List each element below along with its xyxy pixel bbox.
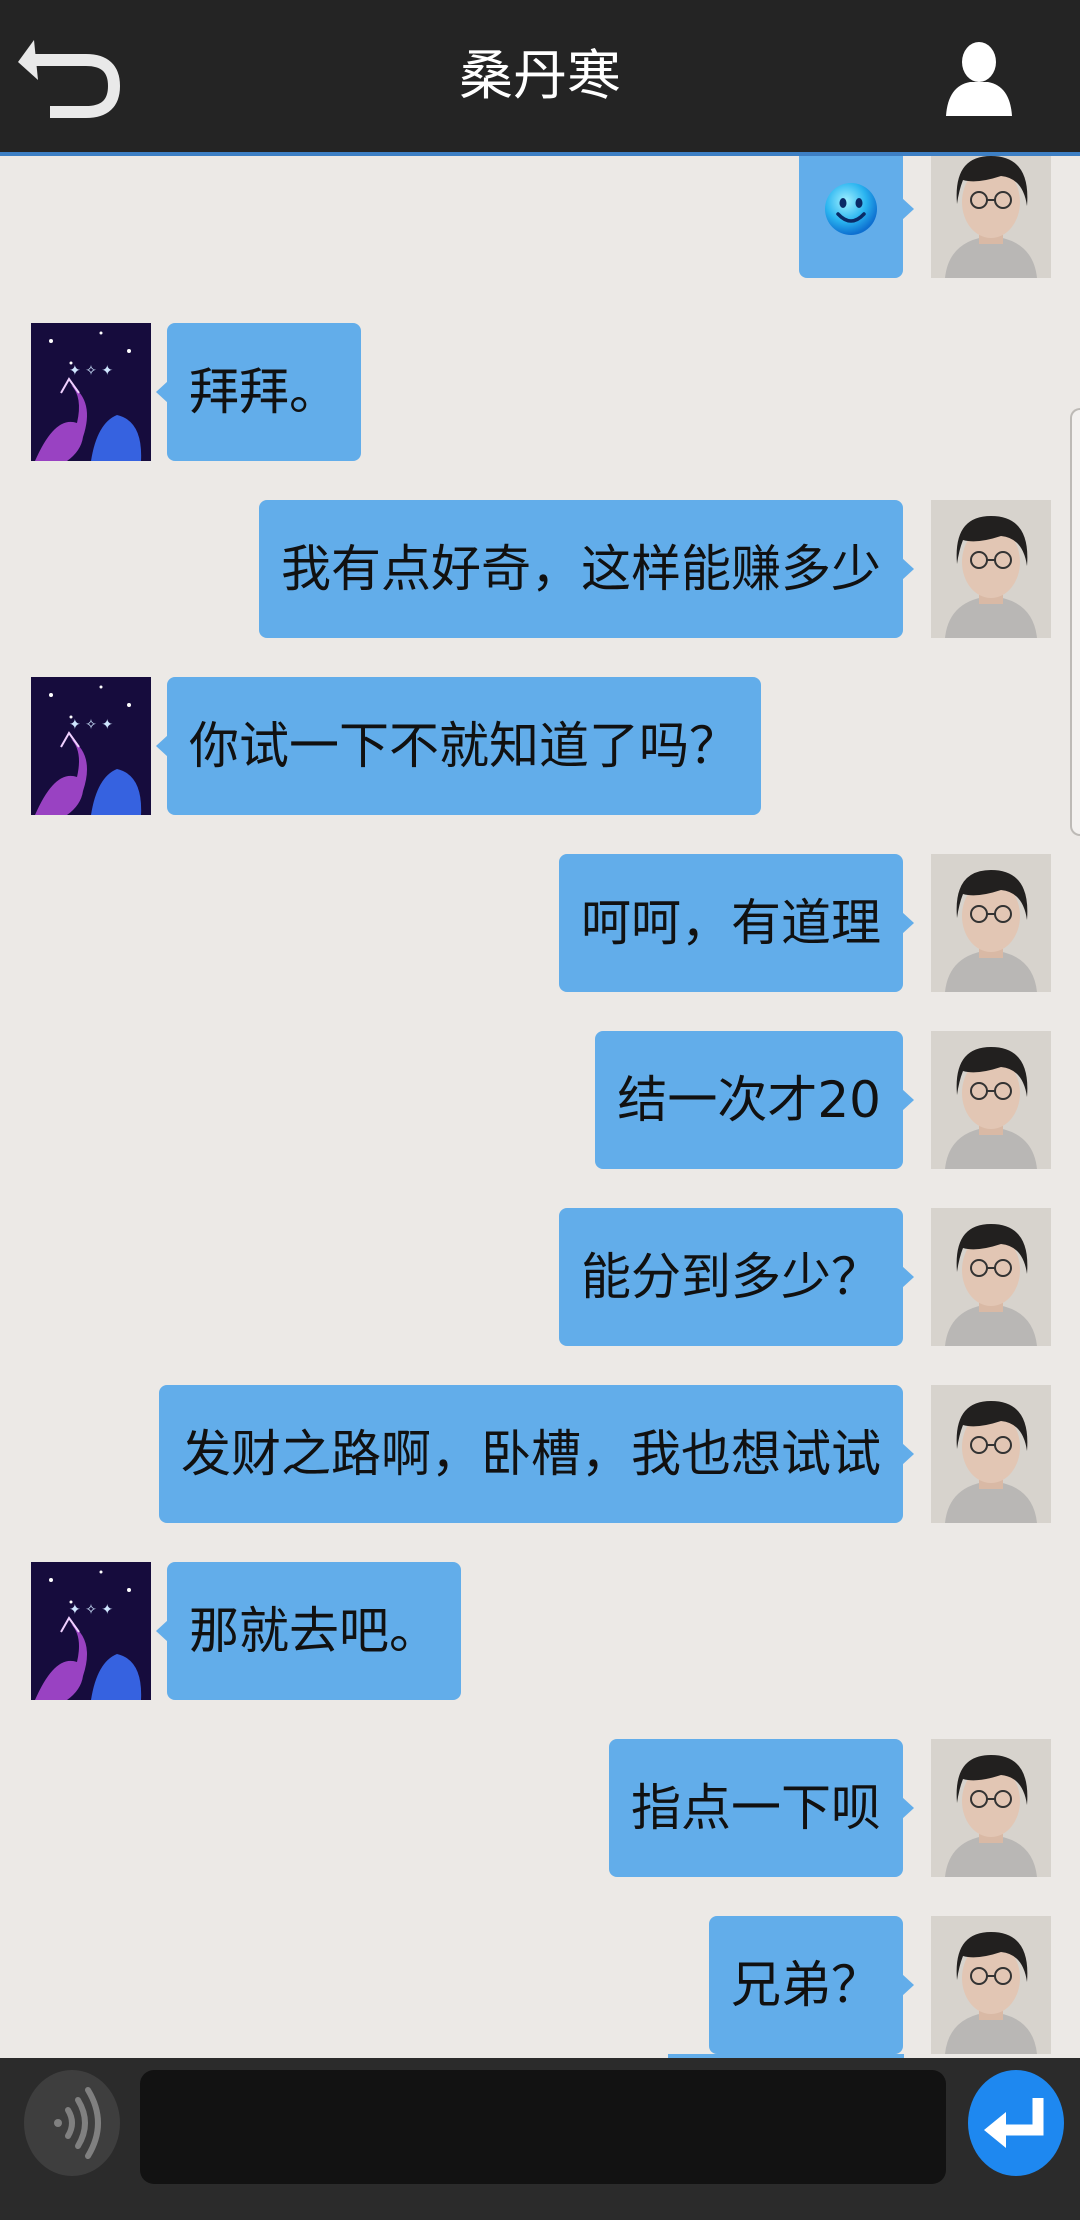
message-bubble[interactable]: 拜拜。 bbox=[156, 323, 361, 461]
contact-profile-icon[interactable] bbox=[944, 40, 1014, 116]
side-panel-handle[interactable] bbox=[1070, 408, 1080, 836]
message-bubble[interactable] bbox=[799, 156, 914, 278]
my-avatar[interactable] bbox=[931, 156, 1051, 278]
svg-text:✦ ✧ ✦: ✦ ✧ ✦ bbox=[69, 1602, 113, 1618]
enter-arrow-icon bbox=[984, 2098, 1044, 2148]
contact-avatar[interactable]: ✦ ✧ ✦ bbox=[31, 323, 151, 461]
message-row: 能分到多少？ bbox=[0, 1208, 1080, 1348]
message-row: 发财之路啊，卧槽，我也想试试 bbox=[0, 1385, 1080, 1525]
message-bubble[interactable]: 你试一下不就知道了吗？ bbox=[156, 677, 761, 815]
message-bubble[interactable]: 发财之路啊，卧槽，我也想试试 bbox=[159, 1385, 914, 1523]
message-row: 呵呵，有道理 bbox=[0, 854, 1080, 994]
my-avatar[interactable] bbox=[931, 1031, 1051, 1169]
voice-input-button[interactable] bbox=[24, 2070, 120, 2176]
message-bubble[interactable]: 能分到多少？ bbox=[559, 1208, 914, 1346]
message-row: 我有点好奇，这样能赚多少 bbox=[0, 500, 1080, 640]
my-avatar[interactable] bbox=[931, 1208, 1051, 1346]
top-bar: 桑丹寒 bbox=[0, 0, 1080, 156]
svg-text:✦ ✧ ✦: ✦ ✧ ✦ bbox=[69, 717, 113, 733]
message-bubble[interactable]: 那就去吧。 bbox=[156, 1562, 461, 1700]
my-avatar[interactable] bbox=[931, 1739, 1051, 1877]
message-row: ✦ ✧ ✦ 你试一下不就知道了吗？ bbox=[0, 677, 1080, 817]
message-bubble[interactable]: 兄弟？ bbox=[709, 1916, 914, 2054]
message-row: 指点一下呗 bbox=[0, 1739, 1080, 1879]
my-avatar[interactable] bbox=[931, 500, 1051, 638]
message-bubble[interactable]: 结一次才20 bbox=[595, 1031, 914, 1169]
voice-wave-icon bbox=[54, 2087, 101, 2159]
smiley-icon bbox=[825, 183, 877, 235]
message-bubble[interactable]: 指点一下呗 bbox=[609, 1739, 914, 1877]
message-row: ✦ ✧ ✦ 那就去吧。 bbox=[0, 1562, 1080, 1702]
message-bubble[interactable]: 呵呵，有道理 bbox=[559, 854, 914, 992]
message-list[interactable]: ✦ ✧ ✦ 拜拜。 我有点好奇，这样能赚多少 ✦ ✧ ✦ 你试一下不就知道了吗？… bbox=[0, 156, 1080, 2058]
my-avatar[interactable] bbox=[931, 854, 1051, 992]
chat-title: 桑丹寒 bbox=[459, 44, 621, 107]
message-row: 结一次才20 bbox=[0, 1031, 1080, 1171]
svg-text:✦ ✧ ✦: ✦ ✧ ✦ bbox=[69, 363, 113, 379]
message-bubble[interactable]: 我有点好奇，这样能赚多少 bbox=[259, 500, 914, 638]
message-row: ✦ ✧ ✦ 拜拜。 bbox=[0, 323, 1080, 463]
message-row: 兄弟？ bbox=[0, 1916, 1080, 2056]
contact-avatar[interactable]: ✦ ✧ ✦ bbox=[31, 677, 151, 815]
message-input[interactable] bbox=[140, 2070, 946, 2184]
my-avatar[interactable] bbox=[931, 1385, 1051, 1523]
my-avatar[interactable] bbox=[931, 1916, 1051, 2054]
message-row bbox=[0, 156, 1080, 280]
contact-avatar[interactable]: ✦ ✧ ✦ bbox=[31, 1562, 151, 1700]
send-button[interactable] bbox=[968, 2070, 1064, 2176]
input-bar bbox=[0, 2058, 1080, 2220]
